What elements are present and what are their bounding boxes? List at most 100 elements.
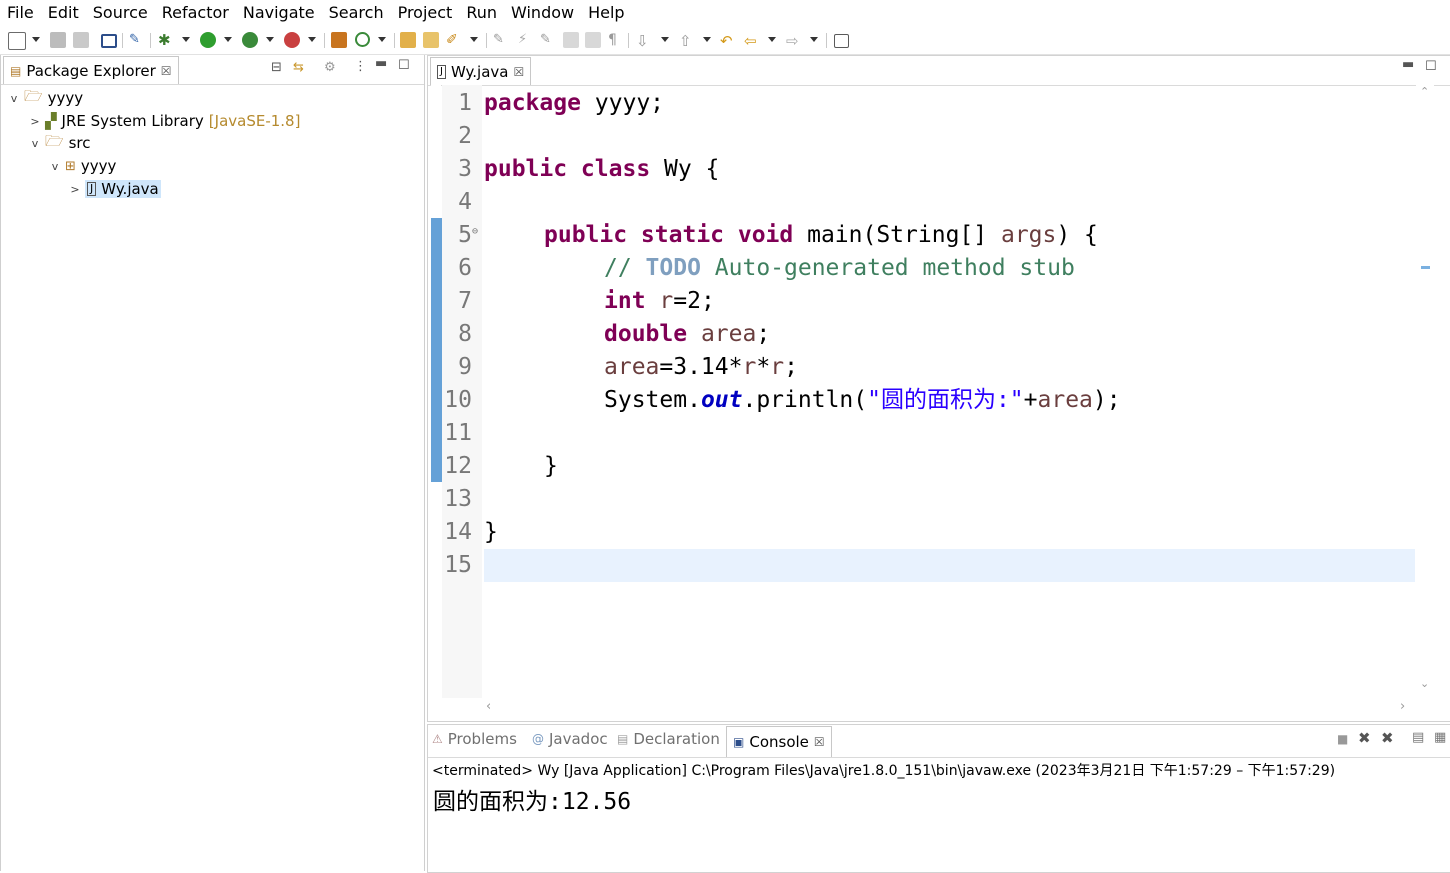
chevron-right-icon[interactable]: › [1400,699,1405,714]
close-icon[interactable]: ☒ [161,64,172,78]
horizontal-scrollbar[interactable]: ‹ › [482,698,1416,718]
tab-declaration[interactable]: ▤ Declaration [617,730,720,748]
close-icon[interactable]: ☒ [814,735,825,749]
clear-console-icon[interactable]: ▤ [1412,730,1424,745]
chevron-down-icon[interactable] [703,37,711,42]
code-line: 11 [444,420,472,446]
chevron-down-icon[interactable] [308,37,316,42]
close-icon[interactable]: ☒ [513,65,524,79]
new-icon[interactable] [8,32,26,50]
chevron-down-icon[interactable] [810,37,818,42]
scroll-lock-icon[interactable]: ▦ [1434,730,1446,745]
code-line: 14} [444,519,498,545]
chevron-down-icon[interactable]: v [30,137,40,150]
tree-item-src[interactable]: v 🗁 src [30,132,91,154]
java-file-icon: J [437,64,446,79]
menu-edit[interactable]: Edit [41,0,86,26]
view-menu-icon[interactable]: ⋮ [354,59,367,74]
debug-icon[interactable]: ✱ [158,32,174,48]
save-icon[interactable] [50,32,66,48]
annotation-marker[interactable] [1421,266,1430,269]
chevron-down-icon[interactable] [470,37,478,42]
minimize-icon[interactable]: ▬ [1402,57,1414,72]
save-all-icon[interactable] [73,32,89,48]
tab-wy-java[interactable]: J Wy.java ☒ [430,57,532,85]
menu-navigate[interactable]: Navigate [236,0,322,26]
console-icon[interactable] [101,34,117,48]
new-class-icon[interactable] [355,32,370,47]
chevron-down-icon[interactable]: v [9,92,19,105]
chevron-down-icon[interactable] [768,37,776,42]
code-line: 8 double area; [458,321,771,347]
menu-project[interactable]: Project [391,0,460,26]
tab-console[interactable]: ▣ Console ☒ [726,726,832,757]
remove-all-launches-icon[interactable]: ✖ [1381,729,1394,747]
code-line: 7 int r=2; [458,288,715,314]
chevron-down-icon[interactable]: ⌄ [1420,677,1429,690]
maximize-icon[interactable]: ☐ [1425,59,1437,74]
chevron-down-icon[interactable] [224,37,232,42]
chevron-down-icon[interactable]: v [50,160,60,173]
menu-search[interactable]: Search [322,0,391,26]
prev-annotation-icon[interactable]: ⇧ [679,32,695,50]
last-edit-icon[interactable]: ↶ [720,32,736,50]
toggle-mark-icon[interactable]: ✎ [493,32,509,48]
code-line: 6// TODO Auto-generated method stub [458,255,1075,281]
open-task-icon[interactable] [423,32,439,48]
terminate-icon[interactable]: ■ [1337,732,1348,746]
vertical-scrollbar[interactable]: ⌃ ⌄ [1416,85,1434,698]
chevron-down-icon[interactable] [661,37,669,42]
coverage-icon[interactable] [242,32,258,48]
chevron-down-icon[interactable] [266,37,274,42]
code-line: 9 area=3.14*r*r; [458,354,798,380]
maximize-icon[interactable]: ☐ [398,58,410,73]
toggle-block-icon[interactable]: ✎ [540,32,556,48]
fold-collapse-icon[interactable]: ⊖ [472,215,478,248]
back-icon[interactable]: ⇦ [744,32,760,50]
java-file-icon: J [87,182,97,196]
filter-icon[interactable]: ⚙ [324,60,336,75]
annotation-icon[interactable]: ⚡ [518,32,534,48]
menu-help[interactable]: Help [581,0,631,26]
code-editor[interactable]: 1 package yyyy; 2 3 public class Wy { 4 5 ⊖… [442,87,1417,582]
word-wrap-icon[interactable] [563,32,579,48]
tree-item-package[interactable]: v ⊞ yyyy [50,155,117,177]
tab-package-explorer[interactable]: ▤ Package Explorer ☒ [3,56,179,84]
open-perspective-icon[interactable] [834,34,849,48]
chevron-up-icon[interactable]: ⌃ [1420,85,1429,98]
chevron-down-icon[interactable] [378,37,386,42]
forward-icon[interactable]: ⇨ [786,32,802,50]
chevron-right-icon[interactable]: > [30,115,40,128]
chevron-down-icon[interactable] [182,37,190,42]
menu-run[interactable]: Run [459,0,504,26]
menu-refactor[interactable]: Refactor [155,0,236,26]
chevron-left-icon[interactable]: ‹ [486,699,491,714]
chevron-right-icon[interactable]: > [70,183,80,196]
menu-window[interactable]: Window [504,0,581,26]
collapse-all-icon[interactable]: ⊟ [271,60,282,75]
library-icon: ▞ [45,112,57,130]
tab-javadoc[interactable]: @ Javadoc [532,730,608,748]
change-marker [431,218,442,482]
tree-item-wy-java[interactable]: > J Wy.java [70,178,161,200]
new-java-project-icon[interactable] [331,32,347,48]
minimize-icon[interactable]: ▬ [375,56,387,71]
tab-problems[interactable]: ⚠ Problems [432,730,517,748]
show-whitespace-icon[interactable] [585,32,601,48]
menu-source[interactable]: Source [86,0,155,26]
menu-file[interactable]: File [0,0,41,26]
chevron-down-icon[interactable] [32,37,40,42]
skip-breakpoints-icon[interactable]: ✎ [129,32,145,48]
search-icon[interactable]: ✐ [446,32,462,48]
remove-launch-icon[interactable]: ✖ [1358,729,1371,747]
tree-item-jre-library[interactable]: > ▞ JRE System Library [JavaSE-1.8] [30,110,300,132]
code-line-current: 15 [442,549,1417,582]
pilcrow-icon[interactable]: ¶ [608,32,624,48]
open-type-icon[interactable] [400,32,416,48]
run-icon[interactable] [200,32,216,48]
next-annotation-icon[interactable]: ⇩ [636,32,652,50]
link-with-editor-icon[interactable]: ⇆ [293,60,304,75]
code-line: 13 [444,486,472,512]
external-tools-icon[interactable] [284,32,300,48]
tree-item-project[interactable]: v 🗁 yyyy [9,87,83,109]
